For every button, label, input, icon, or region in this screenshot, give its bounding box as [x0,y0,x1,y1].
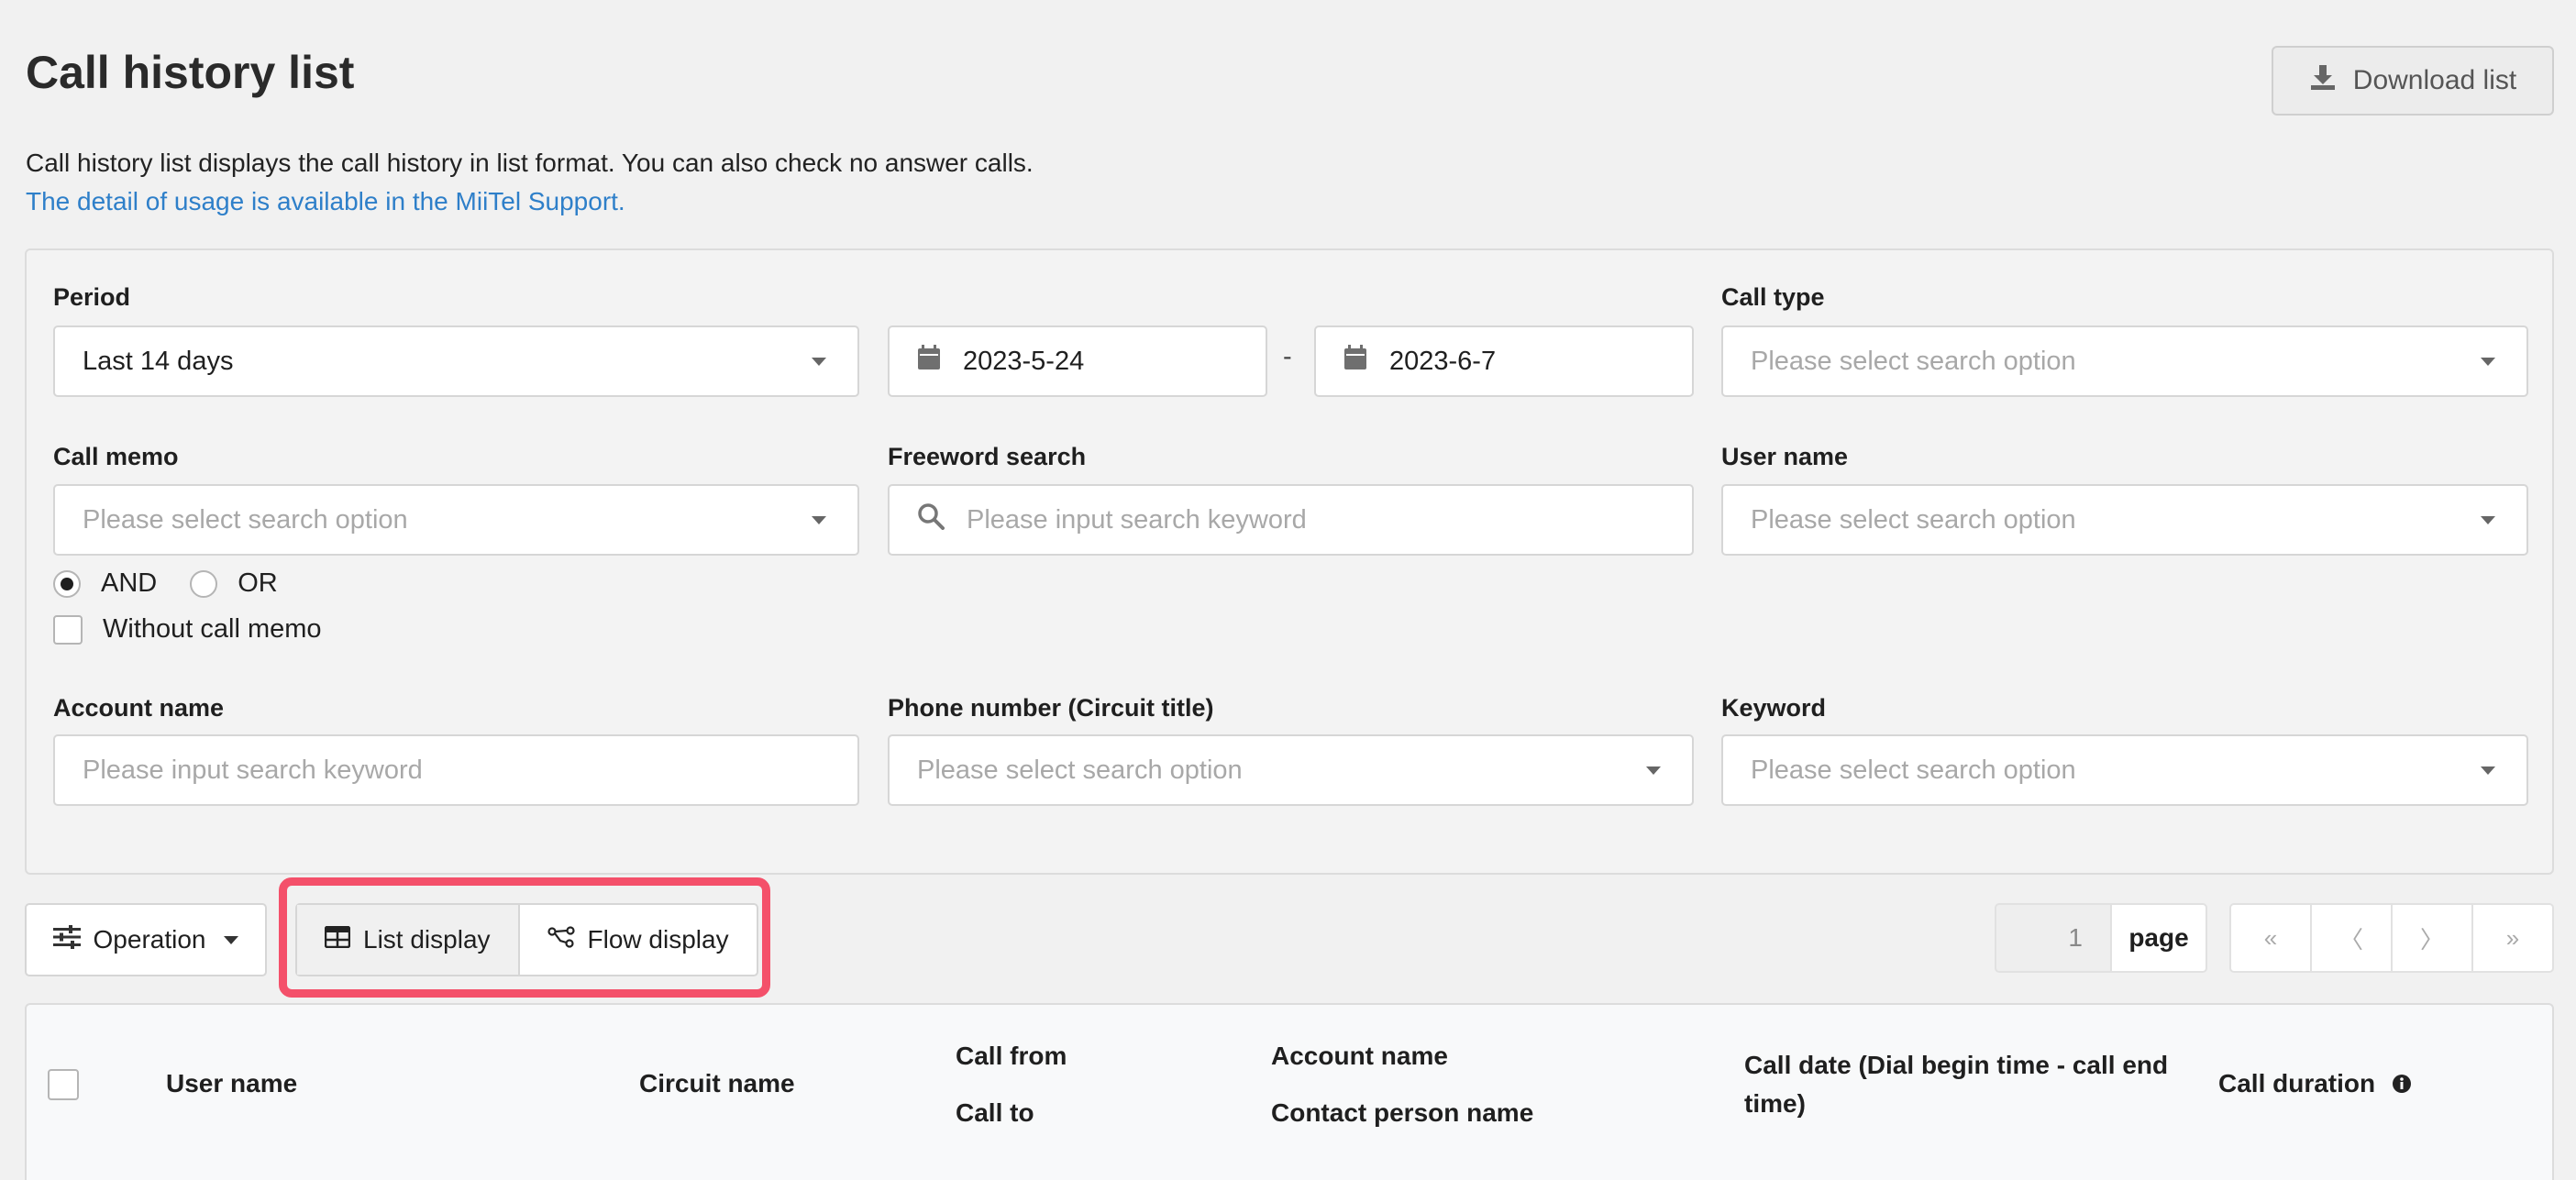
chevron-down-icon [2481,766,2495,775]
column-contact-person[interactable]: Contact person name [1271,1094,1533,1132]
download-list-label: Download list [2352,65,2517,95]
and-radio[interactable] [53,569,81,598]
search-icon [917,502,945,537]
column-call-to[interactable]: Call to [956,1094,1034,1132]
call-memo-placeholder: Please select search option [83,504,408,535]
chevron-down-icon [1646,766,1661,775]
period-select[interactable]: Last 14 days [53,325,859,397]
account-name-label: Account name [53,694,225,722]
phone-number-placeholder: Please select search option [917,755,1243,785]
or-radio[interactable] [190,569,218,598]
next-page-button[interactable]: 〉 [2391,905,2471,971]
page-description: Call history list displays the call hist… [26,149,1034,177]
support-link[interactable]: The detail of usage is available in the … [26,187,625,216]
chevron-down-icon [2481,516,2495,524]
freeword-placeholder: Please input search keyword [967,504,1307,535]
last-page-button[interactable]: » [2471,905,2552,971]
operation-button[interactable]: Operation [25,903,267,976]
user-name-label: User name [1721,443,1849,470]
date-to-value: 2023-6-7 [1389,346,1497,376]
prev-page-button[interactable]: 〈 [2310,905,2391,971]
page-label: page [2110,903,2207,973]
memo-logic-radio-group: AND OR [53,568,311,599]
column-call-duration-label: Call duration [2218,1069,2376,1097]
column-circuit-name[interactable]: Circuit name [639,1064,795,1103]
user-name-placeholder: Please select search option [1751,504,2076,535]
or-radio-label: OR [238,568,278,598]
call-type-placeholder: Please select search option [1751,346,2076,376]
first-page-button[interactable]: « [2231,905,2310,971]
select-all-checkbox[interactable] [48,1069,79,1100]
date-from-value: 2023-5-24 [963,346,1085,376]
phone-number-label: Phone number (Circuit title) [888,694,1214,722]
keyword-placeholder: Please select search option [1751,755,2076,785]
chevron-down-icon [812,358,826,366]
calendar-icon [917,345,941,378]
column-user-name[interactable]: User name [166,1064,297,1103]
without-memo-option: Without call memo [53,614,322,645]
call-type-label: Call type [1721,283,1825,311]
column-account-name[interactable]: Account name [1271,1037,1448,1075]
phone-number-select[interactable]: Please select search option [888,734,1694,806]
calendar-icon [1343,345,1367,378]
call-memo-select[interactable]: Please select search option [53,484,859,556]
info-icon[interactable] [2392,1066,2412,1105]
page-number-value: 1 [2068,923,2083,952]
without-memo-label: Without call memo [103,614,322,644]
column-call-from[interactable]: Call from [956,1037,1067,1075]
keyword-label: Keyword [1721,694,1827,722]
freeword-search-input[interactable]: Please input search keyword [888,484,1694,556]
keyword-select[interactable]: Please select search option [1721,734,2528,806]
date-separator: - [1283,342,1292,371]
sliders-icon [52,924,81,955]
operation-label: Operation [93,925,206,954]
download-list-button[interactable]: Download list [2272,46,2554,116]
and-radio-label: AND [101,568,158,598]
freeword-label: Freeword search [888,443,1087,470]
column-call-duration[interactable]: Call duration [2218,1064,2412,1105]
filter-panel: Period Last 14 days 2023-5-24 - 2023-6-7… [25,248,2554,875]
page-title: Call history list [26,47,355,98]
account-name-placeholder: Please input search keyword [83,755,423,785]
call-history-table-header: User name Circuit name Call from Call to… [25,1003,2554,1180]
page-number-input[interactable]: 1 [1995,903,2110,973]
column-call-date[interactable]: Call date (Dial begin time - call end ti… [1744,1046,2168,1123]
user-name-select[interactable]: Please select search option [1721,484,2528,556]
account-name-input[interactable]: Please input search keyword [53,734,859,806]
chevron-down-icon [224,935,239,944]
date-from-input[interactable]: 2023-5-24 [888,325,1267,397]
chevron-down-icon [812,516,826,524]
call-memo-label: Call memo [53,443,179,470]
column-call-date-line1: Call date (Dial begin time - call end [1744,1051,2169,1079]
pagination: « 〈 〉 » [2229,903,2554,973]
call-type-select[interactable]: Please select search option [1721,325,2528,397]
period-label: Period [53,283,131,311]
call-history-page: Call history list Download list Call his… [0,0,2576,1180]
download-icon [2309,63,2337,98]
column-call-date-line2: time) [1744,1089,1806,1118]
view-mode-highlight [279,877,770,998]
period-value: Last 14 days [83,346,234,376]
without-memo-checkbox[interactable] [53,614,83,645]
chevron-down-icon [2481,358,2495,366]
date-to-input[interactable]: 2023-6-7 [1314,325,1694,397]
